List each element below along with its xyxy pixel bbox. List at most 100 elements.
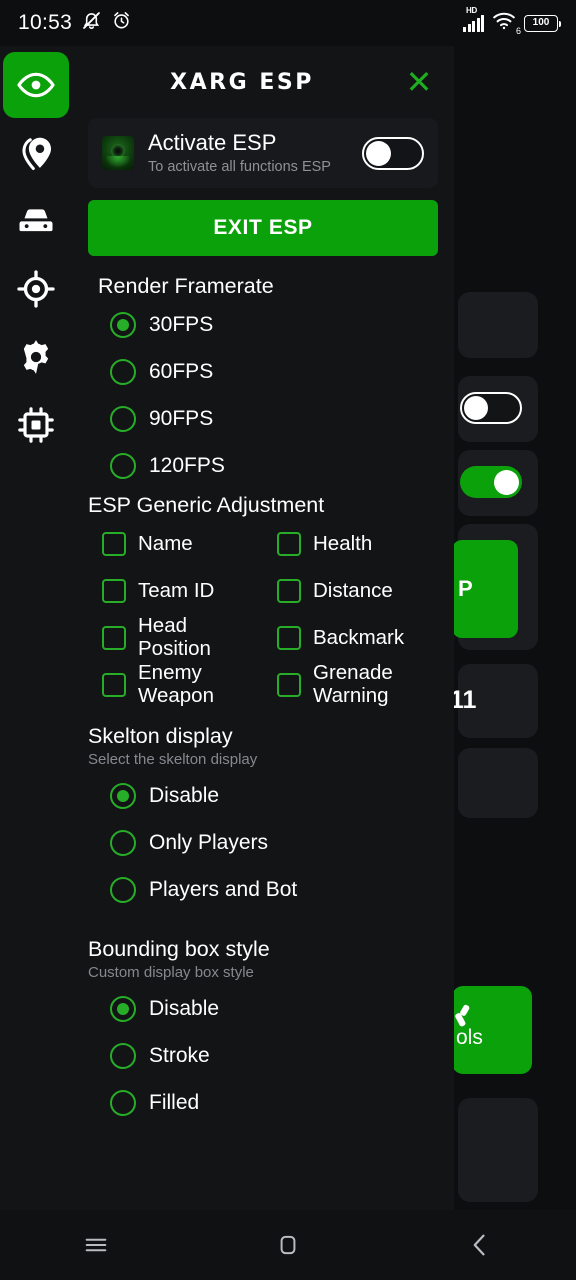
bg-card-1 bbox=[458, 292, 538, 358]
bg-card-7 bbox=[458, 1098, 538, 1202]
checkbox-icon bbox=[102, 578, 126, 603]
radio-label: 30FPS bbox=[149, 312, 214, 336]
sidebar-item-vehicle[interactable] bbox=[3, 188, 69, 254]
bg-toggle-on[interactable] bbox=[460, 466, 522, 498]
wifi-generation-label: 6 bbox=[515, 26, 521, 36]
render-framerate-title: Render Framerate bbox=[98, 274, 274, 299]
radio-option-skelton-players-and-bot[interactable]: Players and Bot bbox=[88, 866, 438, 913]
checkbox-label: Distance bbox=[313, 578, 393, 602]
radio-option-120fps[interactable]: 120FPS bbox=[88, 442, 438, 489]
radio-icon bbox=[110, 829, 136, 856]
radio-option-box-disable[interactable]: Disable bbox=[88, 985, 438, 1032]
radio-icon bbox=[110, 405, 136, 432]
activate-esp-subtitle: To activate all functions ESP bbox=[148, 159, 331, 176]
checkbox-option-team-id[interactable]: Team ID bbox=[102, 567, 263, 614]
esp-panel: XARG ESP ✕ Activate ESP To activate all … bbox=[72, 46, 454, 1210]
network-type-label: HD bbox=[466, 6, 477, 15]
sidebar-item-memory[interactable] bbox=[3, 392, 69, 458]
bounding-box-subtitle: Custom display box style bbox=[88, 964, 254, 982]
bounding-box-group: Disable Stroke Filled bbox=[88, 985, 438, 1126]
close-icon[interactable]: ✕ bbox=[402, 65, 436, 99]
checkbox-option-grenade-warning[interactable]: Grenade Warning bbox=[277, 661, 438, 708]
radio-icon bbox=[110, 995, 136, 1022]
location-pin-icon bbox=[17, 134, 55, 172]
checkbox-option-head-position[interactable]: Head Position bbox=[102, 614, 263, 661]
radio-icon bbox=[110, 311, 136, 338]
sidebar-item-settings[interactable] bbox=[3, 324, 69, 390]
activate-esp-card: Activate ESP To activate all functions E… bbox=[88, 118, 438, 189]
checkbox-icon bbox=[277, 672, 301, 697]
radio-icon bbox=[110, 1089, 136, 1116]
checkbox-label: Enemy Weapon bbox=[138, 661, 214, 707]
checkbox-label: Grenade Warning bbox=[313, 661, 393, 707]
android-nav-bar bbox=[0, 1210, 576, 1280]
radio-option-90fps[interactable]: 90FPS bbox=[88, 395, 438, 442]
radio-option-box-stroke[interactable]: Stroke bbox=[88, 1032, 438, 1079]
checkbox-label: Backmark bbox=[313, 625, 405, 649]
checkbox-option-distance[interactable]: Distance bbox=[277, 567, 438, 614]
checkbox-option-health[interactable]: Health bbox=[277, 520, 438, 567]
radio-label: Filled bbox=[149, 1090, 200, 1114]
app-root: P 11 ols 10:53 HD 6 100 XARG ESP ✕ Activ… bbox=[0, 0, 576, 1280]
eye-icon bbox=[16, 65, 56, 105]
skelton-display-title: Skelton display bbox=[88, 724, 233, 749]
panel-body: Activate ESP To activate all functions E… bbox=[72, 118, 454, 1126]
bg-tools-button[interactable]: ols bbox=[452, 986, 532, 1074]
radio-label: Players and Bot bbox=[149, 877, 298, 901]
alarm-clock-icon bbox=[111, 10, 132, 36]
bg-card-6 bbox=[458, 748, 538, 818]
skelton-display-group: Disable Only Players Players and Bot bbox=[88, 772, 438, 913]
checkbox-label: Head Position bbox=[138, 614, 211, 660]
radio-label: 60FPS bbox=[149, 359, 214, 383]
activate-esp-toggle[interactable] bbox=[362, 136, 424, 170]
checkbox-label: Name bbox=[138, 531, 193, 555]
crosshair-icon bbox=[16, 269, 56, 309]
sidebar bbox=[0, 46, 72, 1210]
esp-generic-group: Name Health Team ID Distance Head Positi… bbox=[88, 520, 438, 708]
radio-label: 120FPS bbox=[149, 453, 225, 477]
radio-option-30fps[interactable]: 30FPS bbox=[88, 301, 438, 348]
checkbox-label: Health bbox=[313, 531, 373, 555]
checkbox-icon bbox=[102, 531, 126, 556]
bounding-box-title: Bounding box style bbox=[88, 937, 270, 962]
radio-option-box-filled[interactable]: Filled bbox=[88, 1079, 438, 1126]
battery-level-label: 100 bbox=[532, 17, 550, 28]
sidebar-item-location[interactable] bbox=[3, 120, 69, 186]
exit-esp-button[interactable]: EXIT ESP bbox=[88, 200, 438, 257]
radio-option-skelton-only-players[interactable]: Only Players bbox=[88, 819, 438, 866]
radio-label: Stroke bbox=[149, 1043, 210, 1067]
radio-icon bbox=[110, 452, 136, 479]
radio-label: 90FPS bbox=[149, 406, 214, 430]
radio-option-60fps[interactable]: 60FPS bbox=[88, 348, 438, 395]
radio-label: Disable bbox=[149, 783, 220, 807]
status-bar: 10:53 HD 6 100 bbox=[0, 0, 576, 46]
home-icon[interactable] bbox=[258, 1220, 318, 1270]
bg-toggle-off[interactable] bbox=[460, 392, 522, 424]
skelton-display-subtitle: Select the skelton display bbox=[88, 751, 258, 769]
gear-icon bbox=[16, 337, 56, 377]
radio-icon bbox=[110, 782, 136, 809]
radio-option-skelton-disable[interactable]: Disable bbox=[88, 772, 438, 819]
radio-label: Disable bbox=[149, 996, 220, 1020]
checkbox-option-backmark[interactable]: Backmark bbox=[277, 614, 438, 661]
checkbox-option-name[interactable]: Name bbox=[102, 520, 263, 567]
status-time: 10:53 bbox=[18, 11, 73, 34]
back-icon[interactable] bbox=[450, 1220, 510, 1270]
checkbox-option-enemy-weapon[interactable]: Enemy Weapon bbox=[102, 661, 263, 708]
battery-icon: 100 bbox=[524, 14, 561, 32]
panel-header: XARG ESP ✕ bbox=[72, 46, 454, 118]
activate-esp-title: Activate ESP bbox=[148, 130, 277, 155]
render-framerate-group: 30FPS 60FPS 90FPS 120FPS bbox=[88, 301, 438, 489]
radio-icon bbox=[110, 358, 136, 385]
checkbox-icon bbox=[102, 672, 126, 697]
esp-generic-title: ESP Generic Adjustment bbox=[88, 493, 325, 518]
checkbox-label: Team ID bbox=[138, 578, 215, 602]
sidebar-item-esp[interactable] bbox=[3, 52, 69, 118]
page-title: XARG ESP bbox=[170, 69, 314, 95]
checkbox-icon bbox=[277, 531, 301, 556]
wifi-icon: 6 bbox=[492, 11, 521, 36]
cpu-chip-icon bbox=[16, 405, 56, 445]
recents-icon[interactable] bbox=[66, 1220, 126, 1270]
esp-avatar-icon bbox=[102, 136, 134, 171]
sidebar-item-aim[interactable] bbox=[3, 256, 69, 322]
